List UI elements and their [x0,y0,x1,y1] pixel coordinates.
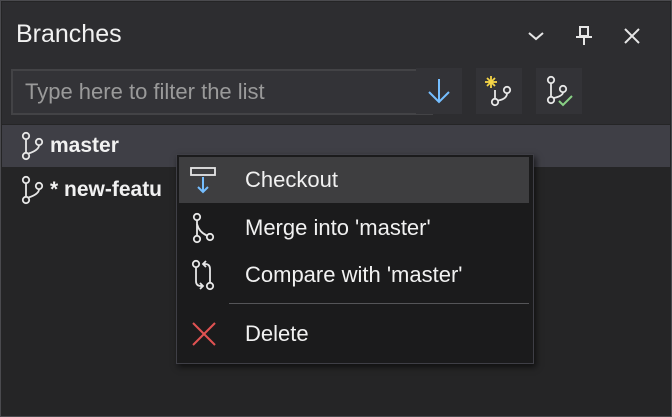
panel-toolbar [2,64,670,124]
close-button[interactable] [616,20,648,52]
pin-button[interactable] [568,20,600,52]
branch-icon [20,131,50,161]
panel-titlebar: Branches [2,2,670,64]
context-menu: Checkout Merge into 'master' Compare wit… [176,154,534,364]
branch-label: master [50,134,119,157]
pull-arrow-icon [428,79,450,104]
menu-item-label: Checkout [245,167,338,192]
menu-item-label: Merge into 'master' [245,215,431,240]
new-branch-button[interactable] [476,68,522,114]
checkout-icon [189,165,239,195]
menu-separator [229,303,529,304]
menu-item-compare[interactable]: Compare with 'master' [179,252,529,298]
filter-input[interactable] [11,69,433,115]
chevron-down-icon [528,32,544,41]
delete-icon [189,319,239,349]
menu-item-checkout[interactable]: Checkout [179,157,529,203]
compare-icon [189,259,239,291]
menu-item-label: Compare with 'master' [245,262,463,287]
close-icon [624,28,640,44]
branch-check-icon [546,75,573,107]
branch-check-button[interactable] [536,68,582,114]
menu-item-merge[interactable]: Merge into 'master' [179,205,529,251]
pin-icon [576,26,592,45]
merge-icon [189,212,239,244]
branch-label: * new-featu [50,178,163,201]
menu-item-label: Delete [245,321,309,346]
panel-title: Branches [16,20,122,48]
menu-item-delete[interactable]: Delete [179,311,529,357]
dropdown-button[interactable] [520,20,552,52]
branch-icon [20,175,50,205]
pull-button[interactable] [416,68,462,114]
new-branch-icon [485,76,512,107]
